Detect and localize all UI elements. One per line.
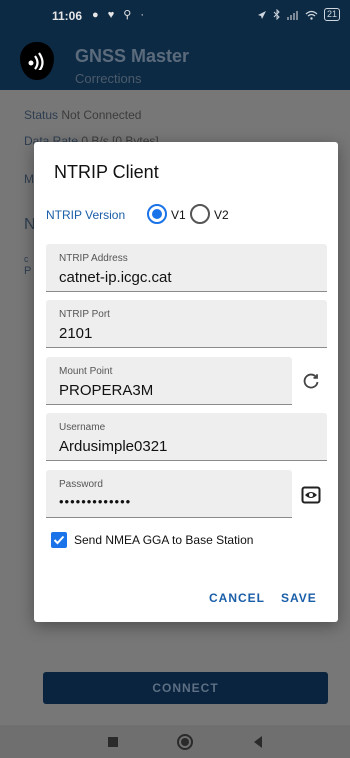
radio-v2[interactable]: [190, 204, 210, 224]
app-bar: GNSS Master Corrections: [0, 32, 350, 90]
back-button[interactable]: [254, 736, 262, 748]
radio-v1[interactable]: [147, 204, 167, 224]
send-gga-checkbox[interactable]: [51, 532, 67, 548]
system-icons: 21: [257, 8, 340, 21]
status-value: Not Connected: [61, 108, 142, 122]
ntrip-address-field[interactable]: NTRIP Address catnet-ip.icgc.cat: [46, 244, 327, 292]
dialog-title: NTRIP Client: [54, 162, 159, 182]
app-subtitle: Corrections: [75, 71, 142, 86]
ntrip-port-field[interactable]: NTRIP Port 2101: [46, 300, 327, 348]
radio-v1-label[interactable]: V1: [171, 208, 186, 222]
save-button[interactable]: SAVE: [281, 591, 317, 605]
home-button[interactable]: [177, 734, 193, 750]
password-label: Password: [59, 479, 103, 490]
signal-icon: [286, 10, 298, 20]
ntrip-version-label: NTRIP Version: [46, 208, 126, 222]
partial-label-m: M: [24, 172, 34, 186]
mount-point-field[interactable]: Mount Point PROPERA3M: [46, 357, 292, 405]
status-time: 11:06: [52, 9, 83, 23]
bluetooth-icon: [273, 9, 280, 20]
status-label: Status: [24, 108, 59, 122]
ntrip-address-value[interactable]: catnet-ip.icgc.cat: [59, 269, 172, 286]
ntrip-client-dialog: NTRIP Client NTRIP Version V1 V2 NTRIP A…: [34, 142, 338, 622]
ntrip-port-label: NTRIP Port: [59, 309, 110, 320]
mount-point-value[interactable]: PROPERA3M: [59, 382, 153, 399]
connect-button[interactable]: CONNECT: [43, 672, 328, 704]
partial-label-c: c: [24, 254, 29, 264]
notification-icons: ● ♥ ⚲ ·: [92, 9, 148, 21]
visibility-icon[interactable]: [300, 484, 322, 506]
refresh-icon[interactable]: [300, 370, 322, 392]
username-label: Username: [59, 422, 106, 433]
app-logo: [20, 42, 54, 80]
password-value[interactable]: •••••••••••••: [59, 494, 131, 509]
cancel-button[interactable]: CANCEL: [209, 591, 265, 605]
password-field[interactable]: Password •••••••••••••: [46, 470, 292, 518]
status-bar: 11:06 ● ♥ ⚲ · 21: [0, 0, 350, 32]
status-row: Status Not Connected: [24, 108, 141, 122]
ntrip-port-value[interactable]: 2101: [59, 325, 92, 342]
location-icon: [257, 10, 266, 19]
send-gga-label[interactable]: Send NMEA GGA to Base Station: [74, 533, 253, 547]
partial-label-p: P: [24, 265, 32, 277]
recents-button[interactable]: [108, 737, 118, 747]
app-title: GNSS Master: [75, 46, 190, 66]
mount-point-label: Mount Point: [59, 366, 113, 377]
battery-icon: 21: [323, 8, 340, 21]
navigation-bar: [0, 725, 350, 758]
wifi-icon: [305, 10, 318, 20]
username-field[interactable]: Username Ardusimple0321: [46, 413, 327, 461]
ntrip-address-label: NTRIP Address: [59, 253, 128, 264]
radio-v2-label[interactable]: V2: [214, 208, 229, 222]
username-value[interactable]: Ardusimple0321: [59, 438, 167, 455]
